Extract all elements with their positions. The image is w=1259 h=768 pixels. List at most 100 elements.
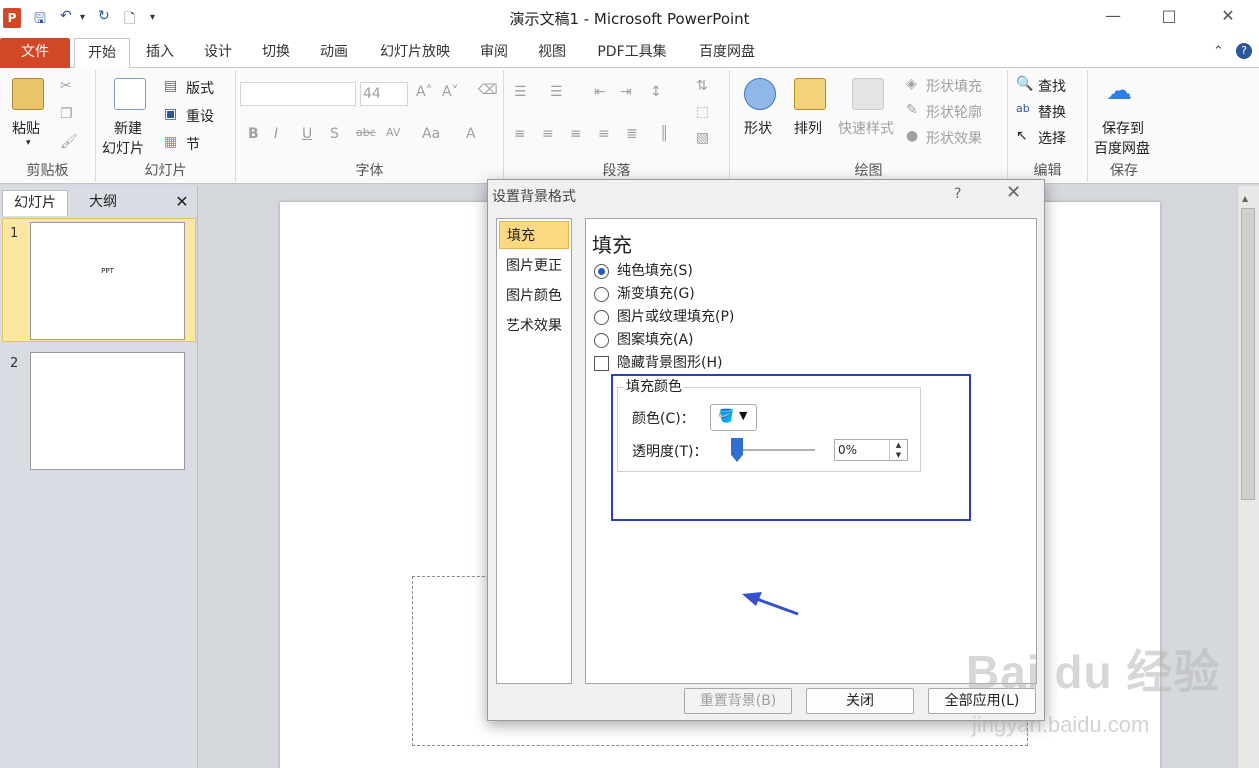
shape-effects-button[interactable]: 形状效果 bbox=[926, 128, 982, 148]
fill-heading: 填充 bbox=[592, 233, 632, 257]
change-case-icon[interactable]: Aa bbox=[422, 126, 440, 142]
reset-button[interactable]: 重设 bbox=[186, 106, 214, 126]
radio-gradient-fill[interactable] bbox=[594, 287, 609, 302]
justify-icon[interactable]: ≡ bbox=[598, 126, 610, 142]
align-right-icon[interactable]: ≡ bbox=[570, 126, 582, 142]
radio-picture-fill[interactable] bbox=[594, 310, 609, 325]
collapse-ribbon-icon[interactable]: ⌃ bbox=[1213, 44, 1224, 59]
text-direction-icon[interactable]: ⇅ bbox=[696, 78, 708, 94]
close-pane-icon[interactable]: ✕ bbox=[170, 190, 194, 216]
font-size-select[interactable]: 44 bbox=[360, 82, 408, 106]
layout-button[interactable]: 版式 bbox=[186, 78, 214, 98]
underline-icon[interactable]: U bbox=[302, 126, 312, 142]
tab-pdf-tools[interactable]: PDF工具集 bbox=[588, 38, 676, 68]
arrange-button[interactable]: 排列 bbox=[794, 118, 822, 138]
shape-fill-button[interactable]: 形状填充 bbox=[926, 76, 982, 96]
spinner-icon[interactable]: ▲ ▼ bbox=[889, 440, 907, 460]
slide-thumbnail[interactable] bbox=[30, 352, 185, 470]
new-slide-icon[interactable] bbox=[114, 78, 146, 110]
nav-picture-corrections[interactable]: 图片更正 bbox=[499, 252, 569, 280]
italic-icon[interactable]: I bbox=[274, 126, 278, 142]
minimize-icon[interactable]: — bbox=[1098, 6, 1128, 25]
clear-format-icon[interactable]: ⌫ bbox=[478, 82, 498, 98]
radio-pattern-fill[interactable] bbox=[594, 333, 609, 348]
select-button[interactable]: 选择 bbox=[1038, 128, 1066, 148]
scroll-up-icon[interactable]: ▲ bbox=[1242, 194, 1248, 203]
baidu-netdisk-icon[interactable]: ☁ bbox=[1106, 76, 1132, 106]
nav-fill[interactable]: 填充 bbox=[499, 221, 569, 249]
quick-styles-button[interactable]: 快速样式 bbox=[838, 118, 894, 138]
tab-slides-pane[interactable]: 幻灯片 bbox=[2, 190, 68, 216]
transparency-input[interactable]: 0% ▲ ▼ bbox=[834, 439, 908, 461]
tab-insert[interactable]: 插入 bbox=[138, 38, 182, 68]
paste-dropdown-icon[interactable]: ▾ bbox=[26, 138, 31, 148]
tab-home[interactable]: 开始 bbox=[74, 38, 130, 68]
copy-icon[interactable]: ❐ bbox=[60, 106, 73, 122]
tab-outline-pane[interactable]: 大纲 bbox=[70, 190, 136, 216]
distribute-icon[interactable]: ≣ bbox=[626, 126, 638, 142]
dialog-help-icon[interactable]: ? bbox=[954, 186, 961, 202]
save-to-label[interactable]: 保存到 bbox=[1102, 118, 1144, 138]
new-slide-label[interactable]: 新建 bbox=[114, 118, 142, 138]
tab-review[interactable]: 审阅 bbox=[472, 38, 516, 68]
close-window-icon[interactable]: ✕ bbox=[1213, 6, 1243, 25]
replace-button[interactable]: 替换 bbox=[1038, 102, 1066, 122]
shape-outline-button[interactable]: 形状轮廓 bbox=[926, 102, 982, 122]
shapes-icon[interactable] bbox=[744, 78, 776, 110]
save-to-label-2[interactable]: 百度网盘 bbox=[1094, 138, 1150, 158]
transparency-slider-thumb[interactable] bbox=[731, 438, 743, 462]
hide-bg-checkbox[interactable] bbox=[594, 356, 609, 371]
slides-pane: 幻灯片 大纲 ✕ 1 PPT 2 bbox=[0, 186, 198, 768]
shrink-font-icon[interactable]: A˅ bbox=[442, 84, 459, 100]
shadow-icon[interactable]: S bbox=[330, 126, 339, 142]
tab-design[interactable]: 设计 bbox=[196, 38, 240, 68]
shapes-button[interactable]: 形状 bbox=[744, 118, 772, 138]
section-button[interactable]: 节 bbox=[186, 134, 200, 154]
bold-icon[interactable]: B bbox=[248, 126, 259, 142]
fill-color-button[interactable]: 🪣 ▼ bbox=[710, 404, 757, 431]
font-color-icon[interactable]: A bbox=[466, 126, 476, 142]
group-label-drawing: 绘图 bbox=[854, 163, 883, 179]
strikethrough-icon[interactable]: abc bbox=[356, 126, 376, 139]
tab-view[interactable]: 视图 bbox=[530, 38, 574, 68]
tab-transitions[interactable]: 切换 bbox=[254, 38, 298, 68]
nav-artistic-effects[interactable]: 艺术效果 bbox=[499, 312, 569, 340]
line-spacing-icon[interactable]: ↕ bbox=[650, 84, 662, 100]
columns-icon[interactable]: ║ bbox=[660, 126, 668, 142]
reset-background-button[interactable]: 重置背景(B) bbox=[684, 688, 792, 714]
close-button[interactable]: 关闭 bbox=[806, 688, 914, 714]
font-name-select[interactable] bbox=[240, 82, 356, 106]
quick-styles-icon[interactable] bbox=[852, 78, 884, 110]
tab-slideshow[interactable]: 幻灯片放映 bbox=[372, 38, 458, 68]
find-button[interactable]: 查找 bbox=[1038, 76, 1066, 96]
align-text-icon[interactable]: ⬚ bbox=[696, 104, 709, 120]
align-center-icon[interactable]: ≡ bbox=[542, 126, 554, 142]
char-spacing-icon[interactable]: AV bbox=[386, 126, 400, 139]
decrease-indent-icon[interactable]: ⇤ bbox=[594, 84, 606, 100]
increase-indent-icon[interactable]: ⇥ bbox=[620, 84, 632, 100]
scroll-thumb[interactable] bbox=[1241, 208, 1255, 500]
tab-baidu-netdisk[interactable]: 百度网盘 bbox=[690, 38, 764, 68]
cut-icon[interactable]: ✂ bbox=[60, 78, 72, 94]
radio-solid-fill[interactable] bbox=[594, 264, 609, 279]
paste-icon[interactable] bbox=[12, 78, 44, 110]
grow-font-icon[interactable]: A˄ bbox=[416, 84, 433, 100]
nav-picture-color[interactable]: 图片颜色 bbox=[499, 282, 569, 310]
tab-animations[interactable]: 动画 bbox=[312, 38, 356, 68]
arrange-icon[interactable] bbox=[794, 78, 826, 110]
tab-file[interactable]: 文件 bbox=[0, 38, 70, 68]
help-icon[interactable]: ? bbox=[1236, 43, 1252, 59]
vertical-scrollbar[interactable]: ▲ bbox=[1237, 186, 1259, 768]
numbering-icon[interactable]: ☰ bbox=[550, 84, 563, 100]
format-painter-icon[interactable]: 🖌 bbox=[60, 134, 78, 150]
select-icon: ↖ bbox=[1016, 128, 1028, 144]
transparency-slider-track[interactable] bbox=[733, 449, 815, 451]
bullets-icon[interactable]: ☰ bbox=[514, 84, 527, 100]
paste-button[interactable]: 粘贴 bbox=[12, 118, 40, 138]
slide-thumbnail[interactable]: PPT bbox=[30, 222, 185, 340]
new-slide-label-2[interactable]: 幻灯片 bbox=[102, 138, 144, 158]
smartart-icon[interactable]: ▧ bbox=[696, 130, 709, 146]
align-left-icon[interactable]: ≡ bbox=[514, 126, 526, 142]
maximize-icon[interactable]: □ bbox=[1154, 6, 1184, 25]
dialog-close-icon[interactable]: ✕ bbox=[1006, 182, 1021, 203]
